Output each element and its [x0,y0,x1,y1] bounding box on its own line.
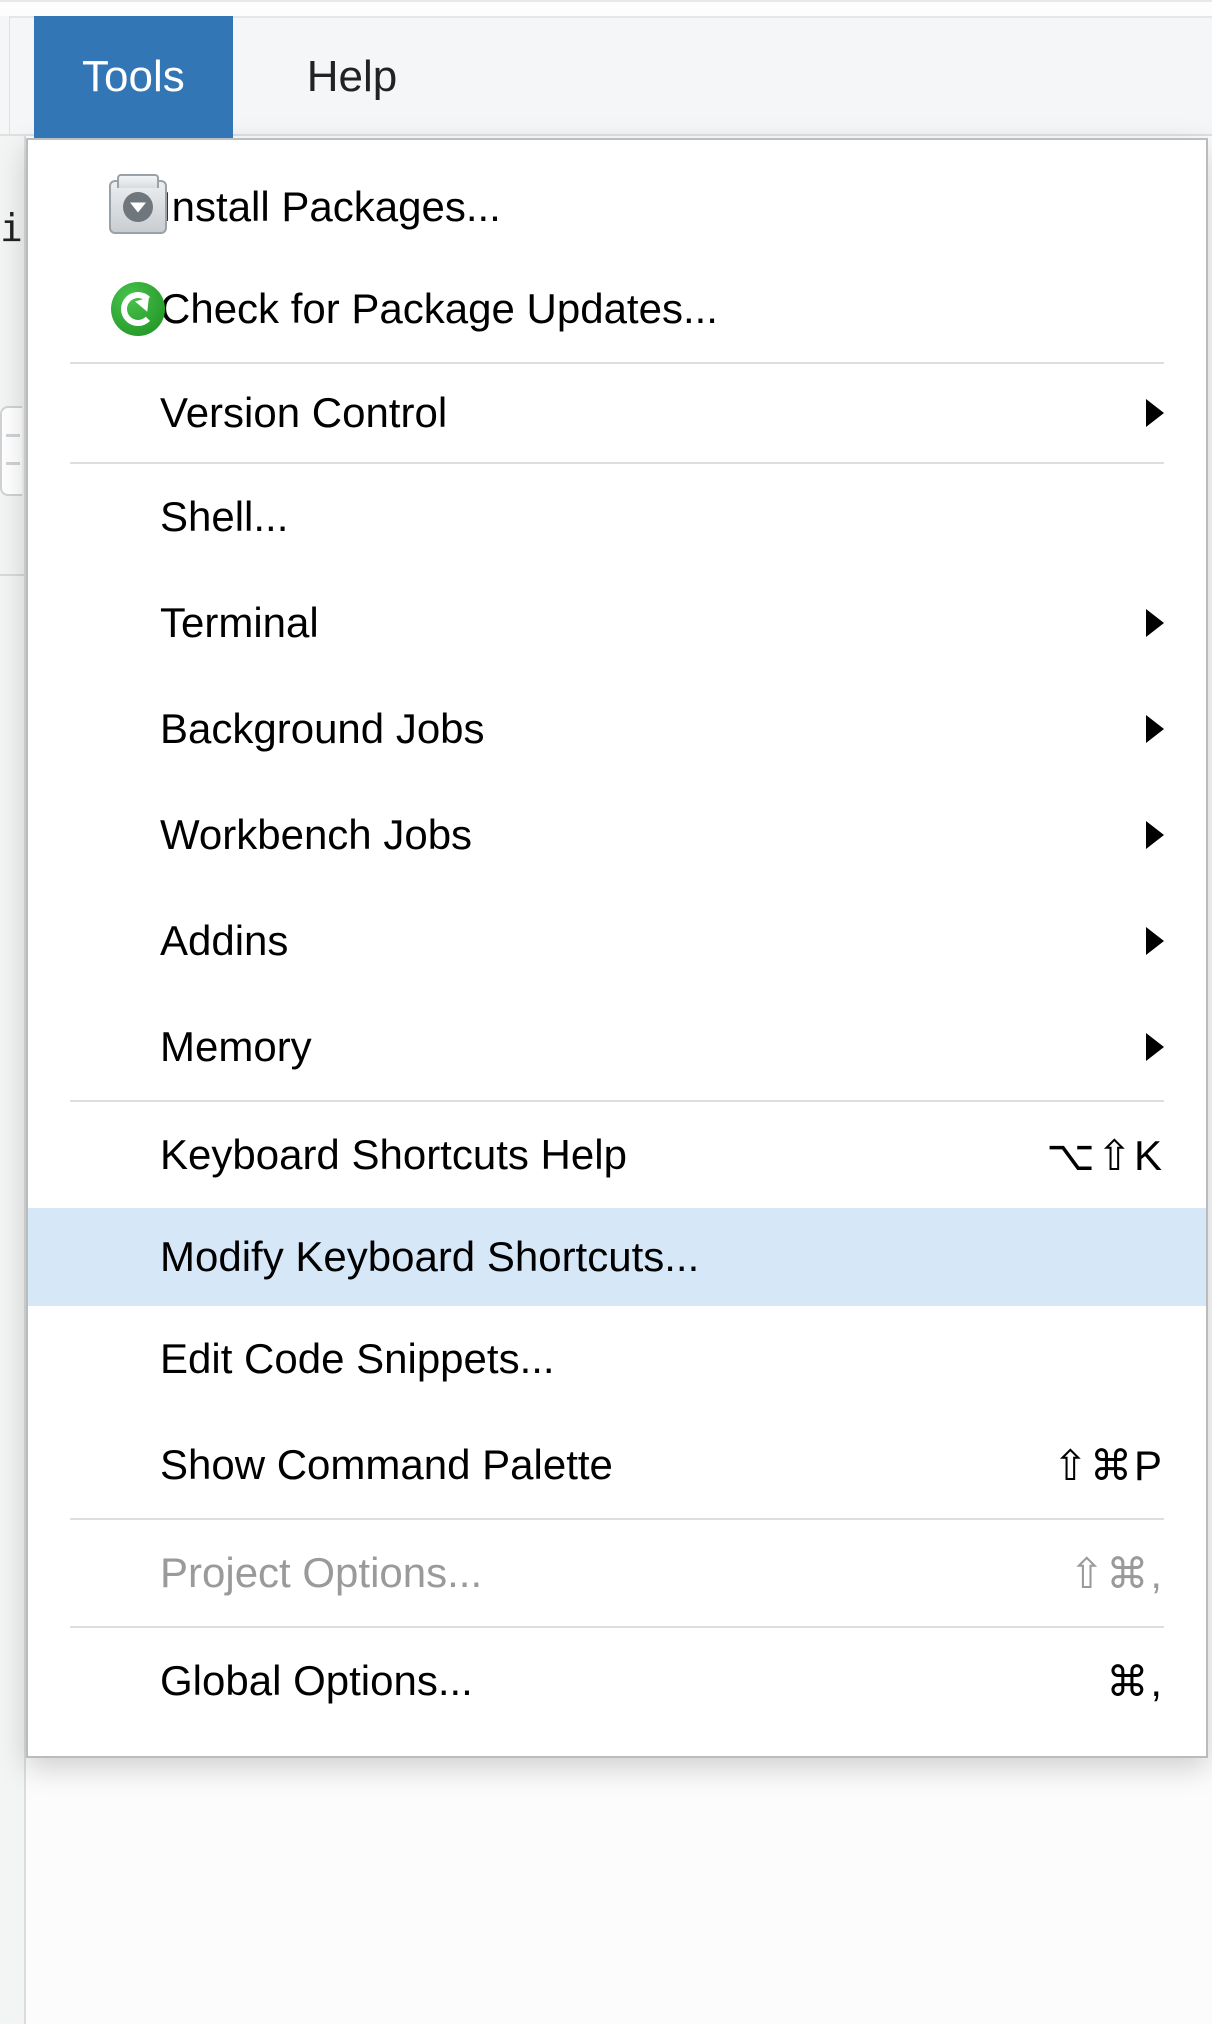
menu-item-edit-code-snippets[interactable]: Edit Code Snippets... [28,1306,1206,1412]
background-jobs-label: Background Jobs [160,705,1136,753]
workbench-jobs-label: Workbench Jobs [160,811,1136,859]
left-gutter: i [0,136,26,2024]
menubar-item-tools[interactable]: Tools [34,16,233,138]
chevron-right-icon [1146,715,1164,743]
chevron-right-icon [1146,927,1164,955]
tab-stub-icon [0,406,22,496]
menu-item-install-packages[interactable]: Install Packages... [28,140,1206,256]
menu-item-keyboard-shortcuts-help[interactable]: Keyboard Shortcuts Help ⌥⇧K [28,1102,1206,1208]
menu-item-terminal[interactable]: Terminal [28,570,1206,676]
menubar-left-inset [0,16,10,134]
menubar-tools-label: Tools [82,52,185,102]
menu-item-check-updates[interactable]: Check for Package Updates... [28,256,1206,362]
show-cmd-palette-shortcut: ⇧⌘P [1053,1441,1164,1490]
install-packages-label: Install Packages... [160,183,1164,231]
menu-item-addins[interactable]: Addins [28,888,1206,994]
kb-shortcuts-help-shortcut: ⌥⇧K [1046,1131,1164,1180]
project-options-shortcut: ⇧⌘, [1069,1549,1164,1598]
global-options-shortcut: ⌘, [1106,1657,1164,1706]
menu-item-workbench-jobs[interactable]: Workbench Jobs [28,782,1206,888]
menu-item-show-command-palette[interactable]: Show Command Palette ⇧⌘P [28,1412,1206,1518]
dropdown-bottom-padding [28,1734,1206,1756]
package-box-icon [102,171,174,243]
show-cmd-palette-label: Show Command Palette [160,1441,1053,1489]
check-updates-label: Check for Package Updates... [160,285,1164,333]
memory-label: Memory [160,1023,1136,1071]
gutter-text-fragment: i [0,136,24,250]
addins-label: Addins [160,917,1136,965]
menu-item-memory[interactable]: Memory [28,994,1206,1100]
terminal-label: Terminal [160,599,1136,647]
chevron-right-icon [1146,609,1164,637]
tools-dropdown: Install Packages... Check for Package Up… [26,138,1208,1758]
menubar-item-help[interactable]: Help [259,16,446,138]
edit-snippets-label: Edit Code Snippets... [160,1335,1164,1383]
menubar-help-label: Help [307,52,398,102]
chevron-right-icon [1146,821,1164,849]
menu-item-shell[interactable]: Shell... [28,464,1206,570]
menubar: Tools Help [0,0,1212,136]
chevron-right-icon [1146,399,1164,427]
refresh-icon [102,273,174,345]
gutter-separator [0,574,24,576]
menu-item-version-control[interactable]: Version Control [28,364,1206,462]
modify-kb-shortcuts-label: Modify Keyboard Shortcuts... [160,1233,1164,1281]
global-options-label: Global Options... [160,1657,1106,1705]
menu-item-project-options: Project Options... ⇧⌘, [28,1520,1206,1626]
project-options-label: Project Options... [160,1549,1069,1597]
menu-item-global-options[interactable]: Global Options... ⌘, [28,1628,1206,1734]
kb-shortcuts-help-label: Keyboard Shortcuts Help [160,1131,1046,1179]
version-control-label: Version Control [160,389,1136,437]
shell-label: Shell... [160,493,1164,541]
menu-item-modify-keyboard-shortcuts[interactable]: Modify Keyboard Shortcuts... [28,1208,1206,1306]
chevron-right-icon [1146,1033,1164,1061]
menu-item-background-jobs[interactable]: Background Jobs [28,676,1206,782]
